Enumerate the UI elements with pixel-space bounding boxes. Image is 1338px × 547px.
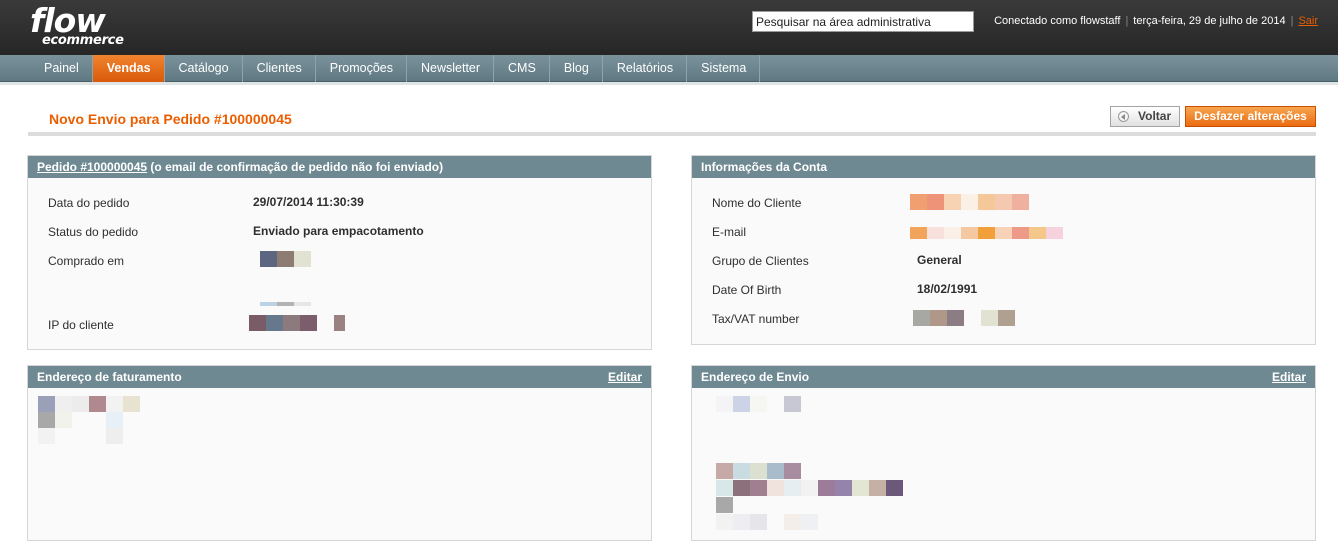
nav-item-promocoes[interactable]: Promoções xyxy=(316,55,407,82)
billing-address-title: Endereço de faturamento xyxy=(37,370,182,384)
order-info-header: Pedido #100000045 (o email de confirmaçã… xyxy=(28,156,651,178)
purchased-from-redacted-line xyxy=(260,302,311,306)
billing-address-redacted-2 xyxy=(38,412,123,428)
date-of-birth-value: 18/02/1991 xyxy=(917,282,978,296)
order-date-value: 29/07/2014 11:30:39 xyxy=(253,195,364,209)
order-date-label: Data do pedido xyxy=(48,196,130,210)
billing-edit-link[interactable]: Editar xyxy=(608,366,642,388)
email-redacted xyxy=(910,227,1063,239)
flow-ecommerce-logo[interactable]: flow ecommerce xyxy=(30,1,124,48)
current-date: terça-feira, 29 de julho de 2014 xyxy=(1133,15,1286,27)
nav-item-newsletter[interactable]: Newsletter xyxy=(407,55,495,82)
title-divider xyxy=(28,132,1316,136)
order-status-value: Enviado para empacotamento xyxy=(253,224,424,238)
nav-item-vendas[interactable]: Vendas xyxy=(92,55,165,82)
order-link[interactable]: Pedido #100000045 xyxy=(37,160,147,174)
shipping-address-header: Endereço de Envio Editar xyxy=(692,366,1315,388)
shipping-address-redacted-2 xyxy=(716,463,801,479)
purchased-from-label: Comprado em xyxy=(48,254,125,268)
order-info-box: Pedido #100000045 (o email de confirmaçã… xyxy=(27,155,652,350)
nav-divider xyxy=(0,82,1338,85)
global-search-input[interactable] xyxy=(752,11,974,32)
nav-item-blog[interactable]: Blog xyxy=(550,55,603,82)
separator: | xyxy=(1290,15,1294,27)
nav-item-cms[interactable]: CMS xyxy=(494,55,550,82)
page-title: Novo Envio para Pedido #100000045 xyxy=(49,111,292,127)
tax-vat-label: Tax/VAT number xyxy=(712,312,800,326)
account-info-header: Informações da Conta xyxy=(692,156,1315,178)
billing-address-redacted-3 xyxy=(38,428,123,444)
customer-group-value: General xyxy=(917,253,962,267)
main-nav: Painel Vendas Catálogo Clientes Promoçõe… xyxy=(0,55,1338,82)
customer-name-redacted xyxy=(910,194,1029,210)
shipping-address-redacted-3 xyxy=(716,480,903,496)
logout-link[interactable]: Sair xyxy=(1298,15,1318,27)
email-label: E-mail xyxy=(712,225,747,239)
logo-sub-text: ecommerce xyxy=(42,33,124,48)
user-info: Conectado como flowstaff | terça-feira, 29… xyxy=(994,15,1318,27)
customer-ip-label: IP do cliente xyxy=(48,318,114,332)
billing-address-redacted xyxy=(38,396,140,412)
nav-item-sistema[interactable]: Sistema xyxy=(687,55,761,82)
tax-vat-redacted xyxy=(913,310,1015,326)
customer-name-label: Nome do Cliente xyxy=(712,196,802,210)
logo-main-text: flow xyxy=(30,1,106,40)
customer-ip-redacted xyxy=(249,315,345,331)
undo-changes-button[interactable]: Desfazer alterações xyxy=(1185,106,1316,127)
customer-group-label: Grupo de Clientes xyxy=(712,254,809,268)
admin-header: flow ecommerce Conectado como flowstaff |… xyxy=(0,0,1338,55)
back-button[interactable]: Voltar xyxy=(1110,106,1180,127)
nav-item-relatorios[interactable]: Relatórios xyxy=(603,55,688,82)
nav-item-clientes[interactable]: Clientes xyxy=(243,55,316,82)
billing-address-header: Endereço de faturamento Editar xyxy=(28,366,651,388)
purchased-from-redacted xyxy=(260,251,311,267)
shipping-address-redacted xyxy=(716,396,801,412)
shipping-address-title: Endereço de Envio xyxy=(701,370,810,384)
shipping-address-redacted-5 xyxy=(716,514,818,530)
shipping-address-box: Endereço de Envio Editar xyxy=(691,365,1316,541)
nav-item-catalogo[interactable]: Catálogo xyxy=(165,55,243,82)
back-button-label: Voltar xyxy=(1138,109,1172,123)
shipping-address-redacted-4 xyxy=(716,497,750,513)
back-arrow-icon xyxy=(1118,111,1129,122)
account-info-box: Informações da Conta Nome do Cliente E-m… xyxy=(691,155,1316,345)
order-status-label: Status do pedido xyxy=(48,225,139,239)
shipping-edit-link[interactable]: Editar xyxy=(1272,366,1306,388)
billing-address-box: Endereço de faturamento Editar xyxy=(27,365,652,541)
logged-in-text: Conectado como flowstaff xyxy=(994,15,1121,27)
nav-item-painel[interactable]: Painel xyxy=(30,55,93,82)
order-header-note: (o email de confirmação de pedido não fo… xyxy=(150,160,444,174)
date-of-birth-label: Date Of Birth xyxy=(712,283,782,297)
separator: | xyxy=(1125,15,1129,27)
